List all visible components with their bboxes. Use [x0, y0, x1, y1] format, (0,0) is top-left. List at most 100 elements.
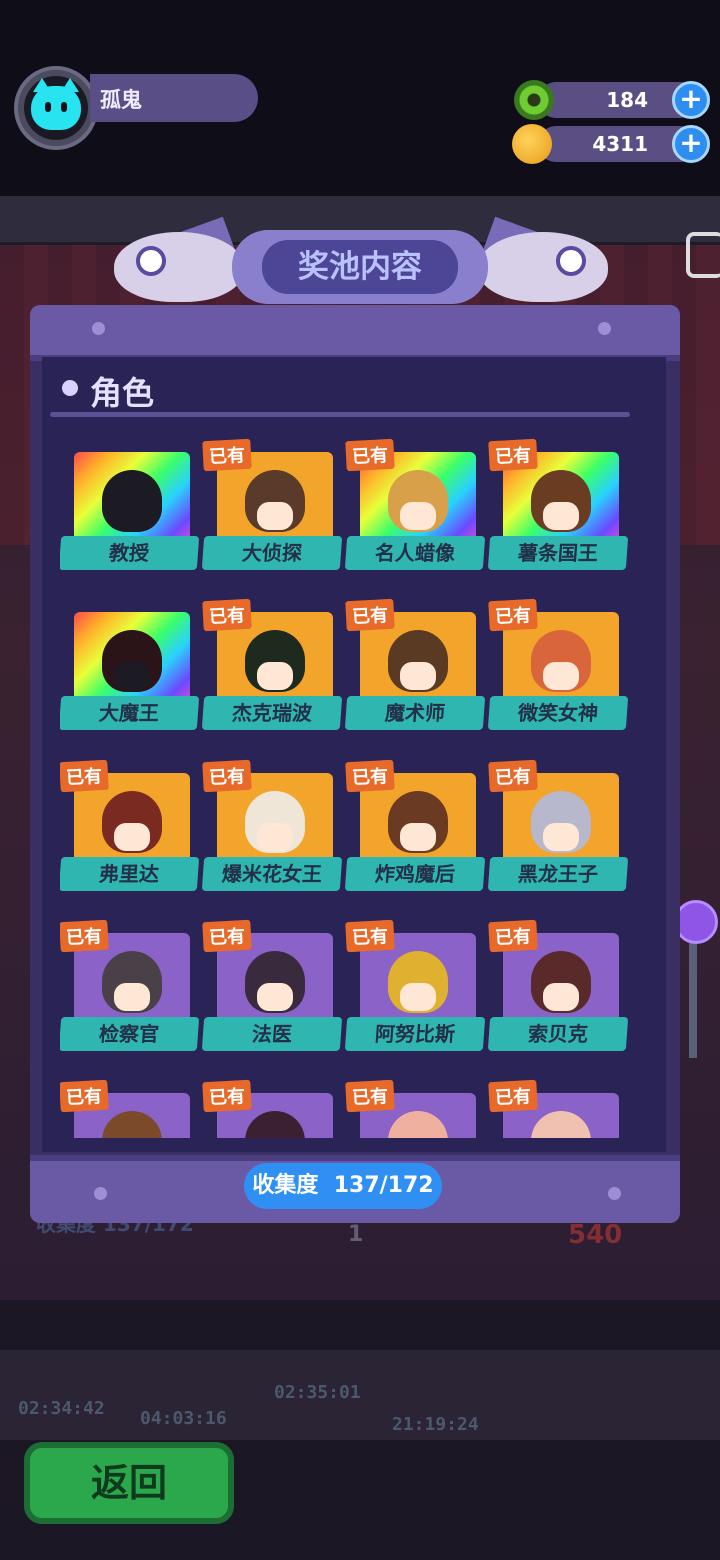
rivet [94, 1187, 107, 1200]
player-name: 孤鬼 [100, 88, 142, 112]
character-name: 杰克瑞波 [201, 696, 343, 730]
character-card[interactable]: 已有 爆米花女王 [201, 751, 347, 911]
character-name: 微笑女神 [487, 696, 629, 730]
character-card[interactable]: 已有 微笑女神 [487, 590, 633, 750]
character-name: 教授 [60, 536, 200, 570]
rivet [608, 1187, 621, 1200]
character-card[interactable]: 已有 [202, 1071, 347, 1138]
character-name: 黑龙王子 [487, 857, 629, 891]
collection-label: 收集度 [252, 1173, 319, 1198]
add-donut-button[interactable]: + [672, 81, 710, 119]
character-face [400, 662, 436, 690]
section-heading: 角色 [90, 374, 155, 412]
bg-count-b: 540 [568, 1220, 623, 1250]
owned-badge: 已有 [488, 598, 538, 632]
character-grid[interactable]: 教授 已有 大侦探 已有 名人蜡像 已有 薯条国王 大魔王 已有 杰克瑞波 已有 魔术师 已有 微笑女神已… [60, 430, 660, 1138]
owned-badge: 已有 [202, 598, 252, 632]
character-card[interactable]: 已有 弗里达 [60, 751, 204, 911]
hanger-icon[interactable] [686, 232, 720, 278]
character-card[interactable]: 已有 法医 [201, 911, 347, 1071]
fish-right-icon [478, 232, 608, 302]
character-name: 薯条国王 [487, 536, 629, 570]
character-name: 索贝克 [487, 1017, 629, 1051]
character-face [257, 823, 293, 851]
owned-badge: 已有 [488, 759, 538, 793]
character-card[interactable]: 教授 [60, 430, 204, 590]
character-face [400, 983, 436, 1011]
character-face [543, 823, 579, 851]
character-name: 魔术师 [344, 696, 486, 730]
character-card[interactable]: 已有 索贝克 [487, 911, 633, 1071]
currency-value: 184 [606, 88, 648, 112]
owned-badge: 已有 [345, 919, 395, 953]
character-face [114, 983, 150, 1011]
bg-timer: 02:34:42 [18, 1398, 105, 1419]
character-name: 检察官 [60, 1017, 200, 1051]
character-hair [388, 1111, 448, 1138]
character-card[interactable]: 已有 炸鸡魔后 [344, 751, 490, 911]
add-planet-button[interactable]: + [672, 125, 710, 163]
fish-left-icon [114, 232, 244, 302]
character-card[interactable]: 已有 魔术师 [344, 590, 490, 750]
character-name: 大侦探 [201, 536, 343, 570]
currency-value: 4311 [592, 132, 648, 156]
owned-badge: 已有 [345, 598, 395, 632]
character-face [257, 502, 293, 530]
character-name: 爆米花女王 [201, 857, 343, 891]
owned-badge: 已有 [488, 919, 538, 953]
owned-badge: 已有 [202, 1079, 252, 1113]
owned-badge: 已有 [202, 759, 252, 793]
character-name: 阿努比斯 [344, 1017, 486, 1051]
owned-badge: 已有 [345, 759, 395, 793]
character-card[interactable]: 已有 名人蜡像 [344, 430, 490, 590]
character-name: 大魔王 [60, 696, 200, 730]
rivet [598, 322, 611, 335]
character-card[interactable]: 已有 薯条国王 [487, 430, 633, 590]
character-face [257, 983, 293, 1011]
owned-badge: 已有 [60, 1079, 109, 1113]
section-divider [50, 412, 630, 417]
character-face [543, 983, 579, 1011]
lever-rod [689, 938, 697, 1058]
bg-timer: 21:19:24 [392, 1414, 479, 1435]
planet-coin-icon [512, 124, 552, 164]
owned-badge: 已有 [345, 1079, 395, 1113]
character-card[interactable]: 已有 [60, 1071, 204, 1138]
collection-progress: 收集度 137/172 [244, 1163, 442, 1209]
character-card[interactable]: 已有 黑龙王子 [487, 751, 633, 911]
character-card[interactable]: 已有 检察官 [60, 911, 204, 1071]
bg-timer: 02:35:01 [274, 1382, 361, 1403]
character-face [114, 662, 150, 690]
rivet [92, 322, 105, 335]
character-name: 炸鸡魔后 [344, 857, 486, 891]
character-card[interactable]: 已有 [345, 1071, 490, 1138]
back-button[interactable]: 返回 [24, 1442, 234, 1524]
bg-count-a: 1 [348, 1222, 364, 1247]
section-dot-icon [62, 380, 78, 396]
character-hair [531, 1111, 591, 1138]
character-card[interactable]: 已有 杰克瑞波 [201, 590, 347, 750]
owned-badge: 已有 [60, 919, 109, 953]
bg-timer: 04:03:16 [140, 1408, 227, 1429]
character-face [400, 502, 436, 530]
character-face [114, 823, 150, 851]
owned-badge: 已有 [488, 438, 538, 472]
character-name: 弗里达 [60, 857, 200, 891]
character-name: 法医 [201, 1017, 343, 1051]
lever-knob-icon[interactable] [674, 900, 718, 944]
cat-avatar-icon [31, 78, 81, 130]
character-face [114, 502, 150, 530]
character-face [257, 662, 293, 690]
character-card[interactable]: 已有 [488, 1071, 633, 1138]
character-face [543, 502, 579, 530]
character-card[interactable]: 已有 大侦探 [201, 430, 347, 590]
avatar[interactable] [24, 76, 88, 140]
donut-coin-icon [514, 80, 554, 120]
character-card[interactable]: 已有 阿努比斯 [344, 911, 490, 1071]
collection-value: 137/172 [333, 1173, 434, 1198]
panel-top-bar [30, 305, 680, 361]
character-hair [245, 1111, 305, 1138]
character-face [400, 823, 436, 851]
owned-badge: 已有 [202, 919, 252, 953]
character-card[interactable]: 大魔王 [60, 590, 204, 750]
